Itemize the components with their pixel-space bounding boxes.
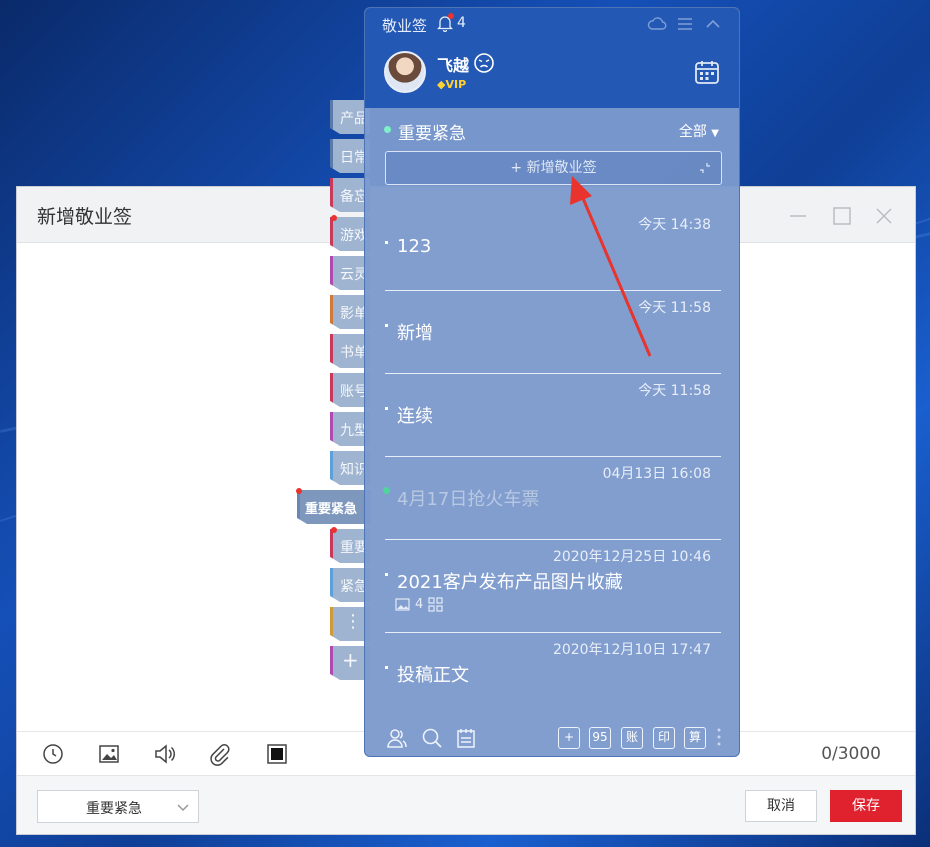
widget-bottom-toolbar: + 95 账 印 算 [365,714,739,756]
category-select-value: 重要紧急 [86,801,142,817]
account-button[interactable]: 账 [621,727,643,749]
color-square-icon[interactable] [265,742,289,766]
note-item[interactable]: 今天 11:58 连续 [385,374,721,457]
note-time: 04月13日 16:08 [602,466,711,482]
attachment-icon[interactable] [207,742,231,766]
note-time: 今天 11:58 [638,300,711,316]
close-icon[interactable] [873,205,895,227]
note-item[interactable]: 今天 14:38 123 [385,208,721,291]
unread-dot [331,215,337,221]
avatar[interactable] [384,51,426,93]
widget-header: 敬业签 4 飞越 ◆VIP [365,8,739,108]
cloud-sync-icon[interactable] [647,15,667,33]
calendar-icon[interactable] [693,58,721,86]
app-name: 敬业签 [382,17,428,35]
note-time: 今天 14:38 [638,217,711,233]
note-title: 投稿正文 [397,665,469,686]
jingye-widget-panel: 敬业签 4 飞越 ◆VIP 重要紧急 全部 ▼ + 新增敬业签 今天 14:38… [364,7,740,757]
collapse-icon[interactable] [703,15,723,33]
editor-footer: 重要紧急 取消 保存 [17,775,915,834]
note-bullet [385,324,388,327]
note-title: 2021客户发布产品图片收藏 [397,572,623,593]
note-time: 2020年12月25日 10:46 [552,549,711,565]
section-indicator-dot [384,126,391,133]
username: 飞越 [437,56,470,75]
note-attachments: 4 [395,597,443,612]
image-icon [395,598,410,611]
chevron-down-icon [177,804,189,812]
unread-dot [331,527,337,533]
character-count: 0/3000 [821,744,881,764]
note-item-completed[interactable]: 04月13日 16:08 4月17日抢火车票 [383,457,721,540]
completed-dot [383,487,390,494]
emoji-icon [474,53,494,73]
note-bullet [385,573,388,576]
note-time: 2020年12月10日 17:47 [552,642,711,658]
cancel-button[interactable]: 取消 [745,790,817,822]
notes-icon[interactable] [455,727,477,749]
category-tab-important-urgent[interactable]: 重要紧急 [297,490,371,524]
attachment-count: 4 [415,597,424,612]
notification-dot [448,13,454,19]
filter-label: 全部 [678,124,707,140]
add-box-icon[interactable]: + [558,727,580,749]
qr-code-icon[interactable] [428,597,443,612]
note-title: 新增 [397,323,433,344]
image-icon[interactable] [97,742,121,766]
calculate-button[interactable]: 算 [684,727,706,749]
section-title: 重要紧急 [398,124,466,144]
clock-icon[interactable] [41,742,65,766]
print-button[interactable]: 印 [653,727,675,749]
minimize-icon[interactable] [787,205,809,227]
contacts-icon[interactable] [386,727,408,749]
vip-label: VIP [445,78,467,91]
audio-icon[interactable] [153,742,177,766]
note-time: 今天 11:58 [638,383,711,399]
editor-title: 新增敬业签 [37,206,133,228]
note-bullet [385,666,388,669]
note-item[interactable]: 2020年12月25日 10:46 2021客户发布产品图片收藏 4 [385,540,721,633]
more-vertical-icon[interactable] [717,726,721,748]
note-item[interactable]: 今天 11:58 新增 [385,291,721,374]
caret-down-icon: ▼ [711,128,719,139]
add-note-button[interactable]: + 新增敬业签 [385,151,722,185]
note-bullet [385,241,388,244]
notification-count: 4 [457,15,466,31]
unread-dot [296,488,302,494]
search-icon[interactable] [421,727,443,749]
note-title: 4月17日抢火车票 [397,489,540,510]
filter-dropdown[interactable]: 全部 ▼ [679,121,719,141]
add-note-label: + 新增敬业签 [510,160,597,176]
save-button[interactable]: 保存 [830,790,902,822]
menu-icon[interactable] [675,15,695,33]
category-select[interactable]: 重要紧急 [37,790,199,823]
counter-button[interactable]: 95 [589,727,611,749]
maximize-icon[interactable] [831,205,853,227]
note-bullet [385,407,388,410]
expand-icon[interactable] [699,162,711,174]
note-item[interactable]: 2020年12月10日 17:47 投稿正文 [385,633,721,716]
vip-badge: ◆VIP [437,78,466,91]
note-title: 123 [397,236,432,257]
note-title: 连续 [397,406,433,427]
